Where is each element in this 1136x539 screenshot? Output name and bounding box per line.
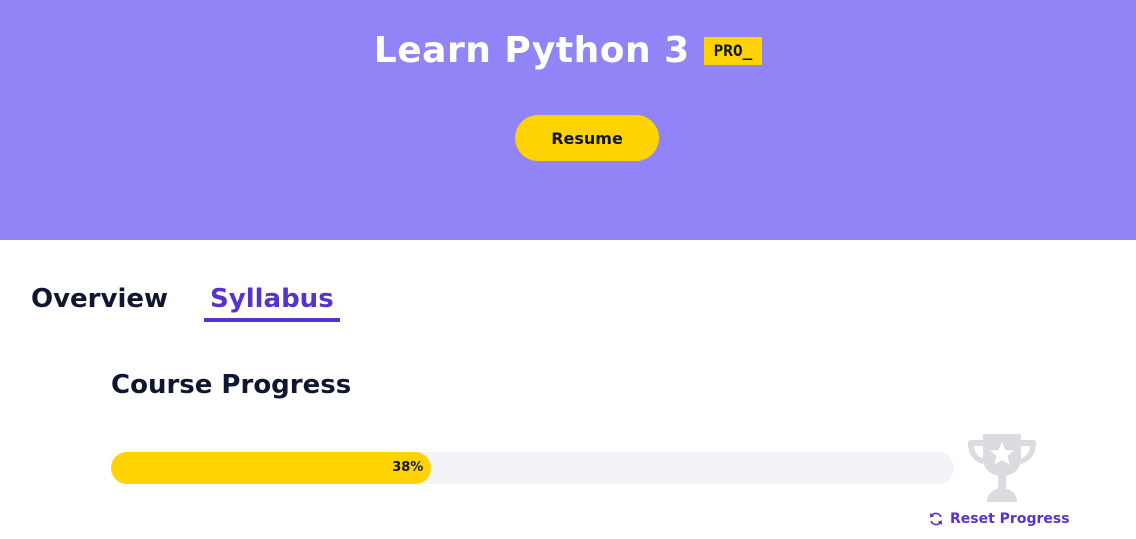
trophy-icon [968, 434, 1036, 502]
tab-overview[interactable]: Overview [31, 284, 168, 322]
progress-bar-fill: 38% [111, 452, 432, 484]
reset-progress-link[interactable]: Reset Progress [928, 511, 1070, 527]
reset-progress-label: Reset Progress [950, 511, 1070, 527]
course-progress-heading: Course Progress [111, 370, 352, 400]
refresh-icon [930, 512, 942, 526]
progress-bar: 38% [111, 452, 954, 484]
resume-button[interactable]: Resume [515, 115, 659, 161]
pro-badge: PRO_ [703, 36, 763, 65]
course-hero: Learn Python 3 PRO_ Resume [0, 0, 1136, 240]
course-title-row: Learn Python 3 PRO_ [0, 30, 1136, 71]
course-tabs: Overview Syllabus [31, 284, 340, 322]
course-title: Learn Python 3 [373, 30, 690, 71]
tab-syllabus[interactable]: Syllabus [204, 284, 340, 322]
progress-percent-label: 38% [392, 460, 424, 475]
